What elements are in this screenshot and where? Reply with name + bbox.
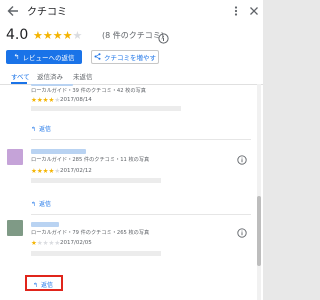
review-text-redacted (31, 106, 181, 111)
star-icon: ★ (62, 29, 73, 42)
tab-unreplied[interactable]: 未返信 (73, 71, 93, 81)
reply-icon: ↰ (31, 126, 37, 133)
review-date: 2017/02/05 (60, 240, 92, 246)
reviewer-meta: ローカルガイド・79 件のクチコミ・265 枚の写真 (31, 230, 150, 236)
star-icon: ★ (52, 29, 63, 42)
reply-label: 返信 (39, 126, 52, 133)
review-tabs: すべて 返信済み 未返信 (0, 70, 263, 85)
reply-to-reviews-label: レビューへの返信 (22, 54, 75, 62)
review-text-redacted (31, 251, 161, 256)
back-arrow-icon[interactable] (6, 3, 20, 17)
reply-icon: ↰ (31, 201, 37, 208)
review-text-redacted (31, 178, 161, 183)
reviewer-meta: ローカルガイド・39 件のクチコミ・42 枚の写真 (31, 88, 146, 94)
reply-icon: ↰ (13, 53, 20, 61)
reviews-panel: クチコミ 4.0 ★★★★★ (8 件のクチコミ) ↰ レビューへの返信 クチコ… (0, 0, 263, 300)
review-count: (8 件のクチコミ) (102, 31, 164, 40)
highlight-annotation (25, 275, 63, 291)
reply-label: 返信 (39, 201, 52, 208)
info-icon[interactable] (158, 29, 169, 44)
get-more-reviews-button[interactable]: クチコミを増やす (91, 50, 159, 64)
star-icon: ★ (42, 29, 53, 42)
scrollbar-track[interactable] (257, 84, 261, 300)
reply-to-reviews-button[interactable]: ↰ レビューへの返信 (6, 50, 82, 64)
reply-link[interactable]: ↰ 返信 (31, 124, 51, 133)
tab-all[interactable]: すべて (11, 71, 30, 81)
page-title: クチコミ (27, 7, 67, 18)
more-vert-icon[interactable] (233, 3, 239, 17)
reply-link[interactable]: ↰ 返信 (31, 199, 51, 208)
reviewer-name-redacted (31, 222, 59, 227)
rating-stars: ★★★★★ (33, 29, 82, 42)
reviewer-meta: ローカルガイド・285 件のクチコミ・11 枚の写真 (31, 157, 150, 163)
divider (31, 139, 251, 140)
review-stars: ★★★★★ (31, 167, 60, 175)
scrollbar-thumb[interactable] (257, 196, 261, 266)
average-rating: 4.0 (6, 27, 29, 43)
tab-replied[interactable]: 返信済み (37, 71, 63, 81)
divider (31, 214, 251, 215)
avatar (7, 149, 23, 165)
review-list[interactable]: ローカルガイド・39 件のクチコミ・42 枚の写真 ★★★★★ 2017/08/… (0, 84, 263, 300)
get-more-reviews-label: クチコミを増やす (104, 54, 156, 62)
info-icon[interactable] (237, 150, 247, 165)
share-icon (94, 52, 101, 62)
info-icon[interactable] (237, 223, 247, 238)
review-date: 2017/02/12 (60, 168, 92, 174)
star-icon: ★ (33, 29, 43, 42)
avatar (7, 220, 23, 236)
review-stars: ★★★★★ (31, 96, 60, 104)
reviewer-name-redacted (31, 149, 86, 154)
close-icon[interactable] (248, 3, 260, 17)
review-date: 2017/08/14 (60, 97, 92, 103)
reviewer-name-redacted (31, 84, 73, 86)
top-bar: クチコミ (0, 0, 263, 22)
star-icon: ★ (72, 29, 83, 42)
review-stars: ★★★★★ (31, 239, 60, 247)
